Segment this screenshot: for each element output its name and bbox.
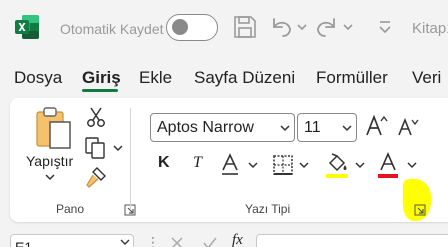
font-name-value: Aptos Narrow	[157, 119, 254, 136]
group-separator	[130, 108, 131, 210]
copy-dropdown-chevron-icon[interactable]	[112, 143, 124, 153]
excel-logo-icon[interactable]	[14, 14, 40, 40]
tab-dosya[interactable]: Dosya	[14, 68, 62, 88]
tab-ekle[interactable]: Ekle	[139, 68, 172, 88]
fill-color-icon[interactable]	[324, 151, 350, 179]
undo-icon[interactable]	[268, 14, 294, 40]
increase-font-size-icon[interactable]	[364, 113, 388, 139]
save-icon[interactable]	[232, 14, 258, 40]
tab-sayfa-duzeni[interactable]: Sayfa Düzeni	[194, 68, 295, 88]
tab-formuller[interactable]: Formüller	[316, 68, 388, 88]
fill-color-dropdown-chevron-icon[interactable]	[354, 160, 366, 170]
title-bar: Otomatik Kaydet Kitap1	[0, 0, 448, 58]
undo-dropdown-chevron-icon[interactable]	[296, 14, 308, 40]
active-tab-indicator	[82, 89, 118, 92]
redo-dropdown-chevron-icon[interactable]	[342, 14, 354, 40]
toggle-knob	[172, 19, 188, 35]
customize-quick-access-icon[interactable]	[372, 14, 398, 40]
cancel-entry-icon[interactable]	[170, 236, 184, 247]
bold-button[interactable]: K	[158, 154, 170, 172]
font-color-icon[interactable]	[377, 151, 399, 179]
cut-icon[interactable]	[86, 106, 106, 128]
tab-giris[interactable]: Giriş	[82, 68, 121, 88]
chevron-down-icon	[280, 125, 290, 132]
clipboard-group-label: Pano	[56, 202, 85, 216]
chevron-down-icon	[342, 125, 352, 132]
font-launcher-highlight	[402, 178, 432, 222]
font-size-select[interactable]: 11	[297, 113, 357, 142]
borders-icon[interactable]	[272, 154, 294, 176]
name-box[interactable]: E1	[10, 234, 134, 247]
decrease-font-size-icon[interactable]	[397, 116, 419, 138]
paste-button-label[interactable]: Yapıştır	[26, 153, 73, 169]
tab-veri[interactable]: Veri	[412, 68, 441, 88]
paste-icon[interactable]	[34, 106, 74, 150]
insert-function-button[interactable]: fx	[232, 232, 243, 247]
ribbon-tabs: Dosya Giriş Ekle Sayfa Düzeni Formüller …	[0, 64, 448, 94]
italic-button[interactable]: T	[193, 154, 202, 172]
borders-dropdown-chevron-icon[interactable]	[298, 160, 310, 170]
formula-input[interactable]	[256, 234, 448, 247]
name-box-value: E1	[15, 239, 33, 247]
underline-icon[interactable]	[220, 152, 240, 178]
copy-icon[interactable]	[84, 136, 108, 160]
formula-bar-grip-icon: ⋮	[146, 234, 160, 247]
font-size-value: 11	[304, 119, 321, 136]
font-group-label: Yazı Tipi	[245, 202, 291, 216]
name-box-chevron-icon[interactable]	[120, 238, 130, 246]
confirm-entry-icon[interactable]	[202, 236, 218, 247]
formula-bar: E1 ⋮ fx	[0, 228, 448, 247]
autosave-label: Otomatik Kaydet	[60, 21, 164, 37]
format-painter-icon[interactable]	[84, 166, 108, 188]
redo-icon[interactable]	[314, 14, 340, 40]
font-name-select[interactable]: Aptos Narrow	[150, 113, 295, 142]
underline-dropdown-chevron-icon[interactable]	[247, 160, 259, 170]
font-dialog-launcher-icon[interactable]	[414, 204, 426, 216]
workbook-title: Kitap1	[412, 20, 448, 37]
autosave-toggle[interactable]	[166, 14, 218, 41]
paste-dropdown-chevron-icon[interactable]	[44, 172, 56, 182]
font-color-dropdown-chevron-icon[interactable]	[406, 160, 418, 170]
